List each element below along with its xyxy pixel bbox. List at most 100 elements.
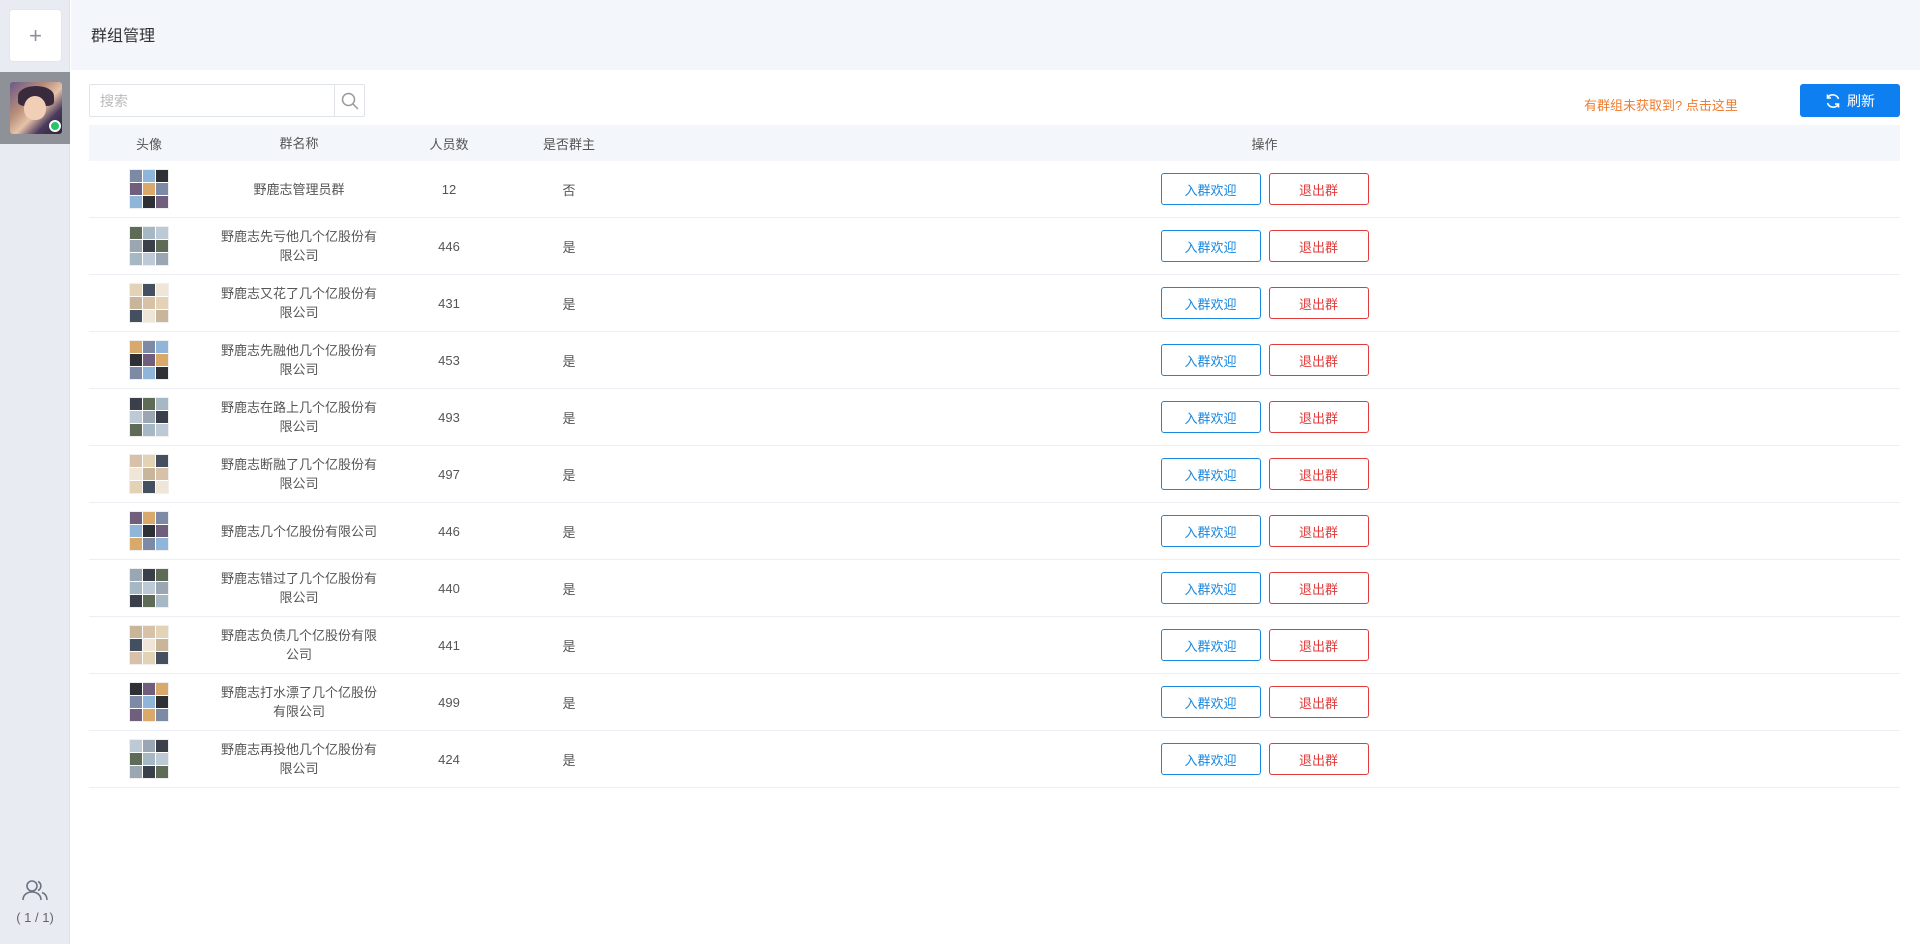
group-avatar bbox=[129, 682, 169, 722]
header: 群组管理 bbox=[71, 0, 1920, 70]
row-actions: 入群欢迎 退出群 bbox=[629, 401, 1900, 433]
quit-group-button[interactable]: 退出群 bbox=[1268, 401, 1369, 433]
group-name: 野鹿志几个亿股份有限公司 bbox=[220, 523, 377, 539]
quit-group-button[interactable]: 退出群 bbox=[1268, 572, 1369, 604]
group-name: 野鹿志错过了几个亿股份有限公司 bbox=[220, 571, 377, 605]
group-avatar-cell bbox=[89, 739, 209, 779]
table-row: 野鹿志又花了几个亿股份有限公司 431 是 入群欢迎 退出群 bbox=[89, 275, 1900, 332]
group-avatar-cell bbox=[89, 283, 209, 323]
group-table: 头像 群名称 人员数 是否群主 操作 野鹿志管理员群 12 否入群欢迎 退出群 野鹿志先… bbox=[89, 125, 1900, 788]
group-avatar-cell bbox=[89, 625, 209, 665]
refresh-button[interactable]: 刷新 bbox=[1800, 84, 1900, 117]
table-row: 野鹿志管理员群 12 否 入群欢迎 退出群 bbox=[89, 161, 1900, 218]
group-name: 野鹿志先亏他几个亿股份有限公司 bbox=[220, 229, 377, 263]
row-actions: 入群欢迎 退出群 bbox=[629, 743, 1900, 775]
group-avatar-cell bbox=[89, 454, 209, 494]
is-owner: 是 bbox=[562, 239, 576, 255]
quit-group-button[interactable]: 退出群 bbox=[1268, 629, 1369, 661]
row-actions: 入群欢迎 退出群 bbox=[629, 629, 1900, 661]
group-name: 野鹿志又花了几个亿股份有限公司 bbox=[220, 286, 377, 320]
welcome-button[interactable]: 入群欢迎 bbox=[1160, 344, 1261, 376]
is-owner: 是 bbox=[562, 638, 576, 654]
member-count: 446 bbox=[438, 523, 460, 539]
online-status-dot bbox=[49, 120, 61, 132]
add-account-button[interactable]: + bbox=[9, 9, 62, 62]
search-icon bbox=[341, 92, 359, 110]
member-count: 440 bbox=[438, 580, 460, 596]
row-actions: 入群欢迎 退出群 bbox=[629, 173, 1900, 205]
welcome-button[interactable]: 入群欢迎 bbox=[1160, 401, 1261, 433]
quit-group-button[interactable]: 退出群 bbox=[1268, 743, 1369, 775]
group-name: 野鹿志再投他几个亿股份有限公司 bbox=[220, 742, 377, 776]
group-name: 野鹿志在路上几个亿股份有限公司 bbox=[220, 400, 377, 434]
group-avatar-cell bbox=[89, 226, 209, 266]
quit-group-button[interactable]: 退出群 bbox=[1268, 287, 1369, 319]
table-header: 头像 群名称 人员数 是否群主 操作 bbox=[89, 125, 1900, 161]
group-avatar bbox=[129, 340, 169, 380]
welcome-button[interactable]: 入群欢迎 bbox=[1160, 287, 1261, 319]
welcome-button[interactable]: 入群欢迎 bbox=[1160, 686, 1261, 718]
group-avatar bbox=[129, 625, 169, 665]
header-owner: 是否群主 bbox=[542, 136, 595, 152]
member-count: 453 bbox=[438, 352, 460, 368]
row-actions: 入群欢迎 退出群 bbox=[629, 572, 1900, 604]
account-item[interactable] bbox=[0, 72, 70, 144]
group-avatar bbox=[129, 397, 169, 437]
search-input[interactable] bbox=[90, 85, 334, 116]
table-body: 野鹿志管理员群 12 否入群欢迎 退出群 野鹿志先亏他几个亿股份有限公司 446 是入群欢迎… bbox=[89, 161, 1900, 788]
table-row: 野鹿志断融了几个亿股份有限公司 497 是 入群欢迎 退出群 bbox=[89, 446, 1900, 503]
row-actions: 入群欢迎 退出群 bbox=[629, 230, 1900, 262]
search-box bbox=[89, 84, 365, 117]
welcome-button[interactable]: 入群欢迎 bbox=[1160, 572, 1261, 604]
app: + ( 1 / 1) 群组管理 有群组未获取到? 点击 bbox=[0, 0, 1920, 944]
is-owner: 是 bbox=[562, 581, 576, 597]
table-row: 野鹿志在路上几个亿股份有限公司 493 是 入群欢迎 退出群 bbox=[89, 389, 1900, 446]
member-count: 12 bbox=[441, 181, 457, 197]
header-avatar: 头像 bbox=[135, 136, 162, 152]
group-avatar-cell bbox=[89, 682, 209, 722]
row-actions: 入群欢迎 退出群 bbox=[629, 458, 1900, 490]
member-count: 441 bbox=[438, 637, 460, 653]
missing-groups-link[interactable]: 有群组未获取到? 点击这里 bbox=[1584, 95, 1738, 114]
group-avatar bbox=[129, 283, 169, 323]
quit-group-button[interactable]: 退出群 bbox=[1268, 344, 1369, 376]
welcome-button[interactable]: 入群欢迎 bbox=[1160, 230, 1261, 262]
welcome-button[interactable]: 入群欢迎 bbox=[1160, 743, 1261, 775]
member-count: 493 bbox=[438, 409, 460, 425]
quit-group-button[interactable]: 退出群 bbox=[1268, 458, 1369, 490]
refresh-label: 刷新 bbox=[1847, 92, 1875, 109]
group-name: 野鹿志断融了几个亿股份有限公司 bbox=[220, 457, 377, 491]
member-count: 446 bbox=[438, 238, 460, 254]
is-owner: 是 bbox=[562, 752, 576, 768]
is-owner: 是 bbox=[562, 296, 576, 312]
group-avatar-cell bbox=[89, 511, 209, 551]
member-count: 431 bbox=[438, 295, 460, 311]
is-owner: 是 bbox=[562, 353, 576, 369]
group-name: 野鹿志打水漂了几个亿股份有限公司 bbox=[220, 685, 377, 719]
group-name: 野鹿志管理员群 bbox=[253, 181, 345, 197]
table-row: 野鹿志打水漂了几个亿股份有限公司 499 是 入群欢迎 退出群 bbox=[89, 674, 1900, 731]
welcome-button[interactable]: 入群欢迎 bbox=[1160, 173, 1261, 205]
page-title: 群组管理 bbox=[91, 28, 156, 45]
is-owner: 是 bbox=[562, 524, 576, 540]
table-row: 野鹿志先融他几个亿股份有限公司 453 是 入群欢迎 退出群 bbox=[89, 332, 1900, 389]
quit-group-button[interactable]: 退出群 bbox=[1268, 515, 1369, 547]
is-owner: 是 bbox=[562, 467, 576, 483]
table-row: 野鹿志先亏他几个亿股份有限公司 446 是 入群欢迎 退出群 bbox=[89, 218, 1900, 275]
group-avatar bbox=[129, 169, 169, 209]
page-count: ( 1 / 1) bbox=[16, 910, 54, 925]
member-count: 497 bbox=[438, 466, 460, 482]
member-count: 499 bbox=[438, 694, 460, 710]
row-actions: 入群欢迎 退出群 bbox=[629, 515, 1900, 547]
welcome-button[interactable]: 入群欢迎 bbox=[1160, 458, 1261, 490]
quit-group-button[interactable]: 退出群 bbox=[1268, 686, 1369, 718]
sidebar: + ( 1 / 1) bbox=[0, 0, 70, 944]
quit-group-button[interactable]: 退出群 bbox=[1268, 230, 1369, 262]
quit-group-button[interactable]: 退出群 bbox=[1268, 173, 1369, 205]
search-button[interactable] bbox=[334, 85, 365, 116]
welcome-button[interactable]: 入群欢迎 bbox=[1160, 629, 1261, 661]
welcome-button[interactable]: 入群欢迎 bbox=[1160, 515, 1261, 547]
group-avatar bbox=[129, 511, 169, 551]
friends-icon[interactable] bbox=[22, 878, 48, 902]
table-row: 野鹿志几个亿股份有限公司 446 是 入群欢迎 退出群 bbox=[89, 503, 1900, 560]
